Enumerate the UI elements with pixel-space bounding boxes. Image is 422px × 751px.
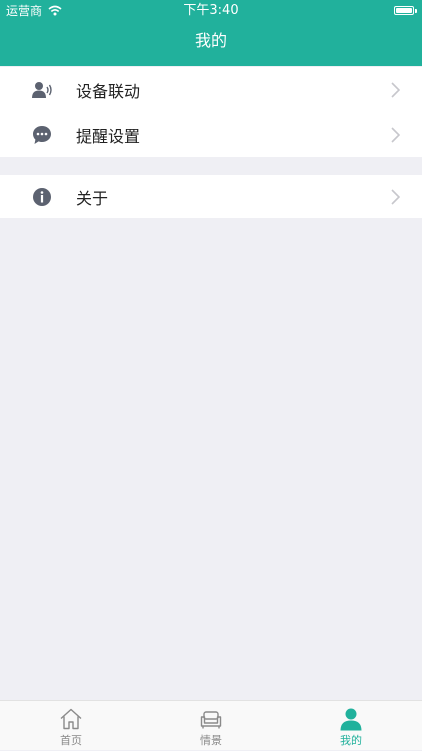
tab-label: 首页 — [60, 734, 82, 747]
menu-item-device-linkage[interactable]: 设备联动 — [0, 67, 422, 112]
user-icon — [340, 708, 362, 731]
settings-group-about: 关于 — [0, 175, 422, 218]
chevron-right-icon — [391, 126, 400, 143]
battery-icon — [394, 6, 414, 15]
tab-scenes[interactable]: 情景 — [171, 701, 251, 751]
chevron-right-icon — [391, 81, 400, 98]
menu-label: 设备联动 — [76, 81, 141, 101]
home-icon — [60, 708, 82, 730]
page-title: 我的 — [194, 31, 227, 50]
status-bar: 运营商 下午3:40 — [0, 0, 422, 22]
menu-item-about[interactable]: 关于 — [0, 175, 422, 218]
chat-bubble-icon — [33, 125, 51, 144]
info-icon — [33, 187, 51, 206]
person-voice-icon — [32, 81, 52, 98]
menu-item-reminder-settings[interactable]: 提醒设置 — [0, 112, 422, 157]
sofa-icon — [200, 711, 222, 729]
menu-label: 提醒设置 — [76, 126, 141, 146]
tab-bar: 首页 情景 我的 — [0, 700, 422, 750]
tab-home[interactable]: 首页 — [31, 701, 111, 751]
tab-label: 我的 — [340, 734, 362, 747]
status-time: 下午3:40 — [183, 3, 239, 18]
menu-label: 关于 — [76, 188, 109, 208]
tab-label: 情景 — [200, 734, 222, 747]
chevron-right-icon — [391, 188, 400, 205]
settings-group-main: 设备联动 提醒设置 — [0, 67, 422, 157]
header: 运营商 下午3:40 我的 — [0, 0, 422, 66]
battery-tip — [415, 9, 417, 13]
tab-mine[interactable]: 我的 — [311, 701, 391, 751]
